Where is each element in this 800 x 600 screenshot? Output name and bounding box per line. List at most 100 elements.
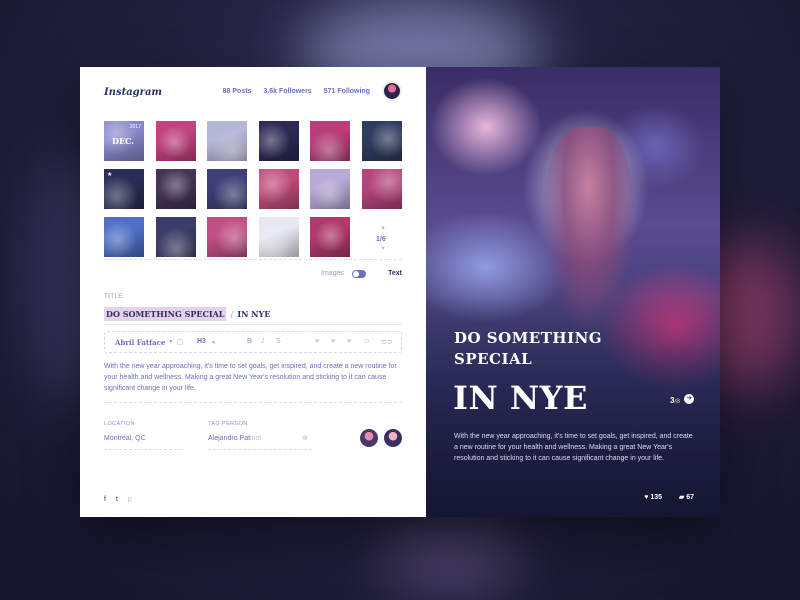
grid-pager: 1/6 bbox=[376, 236, 386, 243]
photo-thumbnail[interactable] bbox=[207, 121, 248, 161]
photo-thumbnail[interactable] bbox=[362, 121, 402, 161]
photo-thumbnail[interactable] bbox=[362, 169, 402, 209]
tile-month: DEC. bbox=[112, 136, 135, 146]
photo-thumbnail[interactable]: ★ bbox=[104, 169, 144, 209]
photo-grid: ▲ 1/6 ▼ 2017 DEC. ★ bbox=[104, 117, 402, 259]
tagged-person-avatar[interactable] bbox=[384, 429, 402, 447]
post-editor-card: Instagram 88 Posts 3.6k Followers 571 Fo… bbox=[80, 67, 720, 517]
divider bbox=[104, 449, 182, 450]
thumbnail-texture bbox=[258, 121, 299, 161]
thumbnail-texture bbox=[258, 217, 299, 257]
photo-thumbnail[interactable] bbox=[258, 121, 299, 161]
photo-thumbnail[interactable] bbox=[310, 121, 351, 161]
chevron-down-icon[interactable]: ▼ bbox=[380, 246, 386, 252]
preview-body-text: With the new year approaching, it's time… bbox=[454, 433, 693, 462]
preview-title-line1: DO SOMETHING bbox=[454, 329, 603, 347]
tag-person-label: TAG PERSON bbox=[208, 421, 248, 427]
link-icon[interactable]: ⊂⊃ bbox=[381, 338, 393, 346]
facebook-icon[interactable]: f bbox=[104, 496, 106, 503]
font-select[interactable]: Abril Fatface bbox=[115, 338, 165, 347]
chevron-up-icon[interactable]: ▲ bbox=[380, 225, 386, 231]
profile-stats: 88 Posts 3.6k Followers 571 Following bbox=[223, 81, 402, 101]
thumbnail-texture bbox=[155, 121, 196, 161]
editor-panel: Instagram 88 Posts 3.6k Followers 571 Fo… bbox=[80, 67, 426, 517]
thumbnail-texture bbox=[362, 121, 402, 161]
followers-count[interactable]: 3.6k Followers bbox=[263, 88, 311, 95]
photo-thumbnail[interactable] bbox=[155, 169, 196, 209]
comments-value: 67 bbox=[686, 494, 694, 501]
heading-select[interactable]: H3 bbox=[197, 338, 206, 345]
photo-thumbnail[interactable] bbox=[310, 217, 351, 257]
slide-counter: 3/8 bbox=[670, 396, 680, 405]
chevron-down-icon[interactable]: ▼ bbox=[211, 340, 216, 346]
tag-autocomplete-text: inol bbox=[250, 435, 261, 442]
tag-person-input[interactable]: Alejandro Patinol bbox=[208, 435, 261, 442]
profile-avatar[interactable] bbox=[382, 81, 402, 101]
divider bbox=[208, 449, 312, 450]
photo-thumbnail[interactable] bbox=[207, 169, 248, 209]
following-count[interactable]: 571 Following bbox=[324, 88, 370, 95]
posts-count[interactable]: 88 Posts bbox=[223, 88, 252, 95]
location-input[interactable]: Montreal, QC bbox=[104, 435, 146, 442]
add-person-icon[interactable]: ⊕ bbox=[302, 434, 308, 442]
title-part-2[interactable]: IN NYE bbox=[237, 309, 270, 319]
color-swatch-icon[interactable]: ▢ bbox=[177, 338, 184, 346]
heart-icon: ♥ bbox=[644, 494, 649, 501]
images-text-switch[interactable] bbox=[352, 270, 366, 278]
caption-textarea[interactable]: With the new year approaching, it's time… bbox=[104, 361, 404, 394]
thumbnail-texture bbox=[258, 169, 299, 209]
italic-icon[interactable]: I bbox=[262, 338, 264, 345]
tagged-person-avatar[interactable] bbox=[360, 429, 378, 447]
instagram-logo[interactable]: Instagram bbox=[104, 87, 162, 98]
next-arrow-icon[interactable]: ➜ bbox=[684, 394, 694, 404]
photo-thumbnail[interactable] bbox=[207, 217, 248, 257]
pinterest-icon[interactable]: p bbox=[128, 496, 132, 503]
divider bbox=[104, 402, 402, 403]
photo-thumbnail[interactable] bbox=[310, 169, 351, 209]
tile-year: 2017 bbox=[129, 124, 141, 130]
toggle-images-label[interactable]: Images bbox=[321, 270, 344, 277]
photo-thumbnail[interactable] bbox=[258, 169, 299, 209]
bold-icon[interactable]: B bbox=[247, 338, 252, 345]
thumbnail-texture bbox=[155, 169, 196, 209]
likes-count[interactable]: ♥ 135 bbox=[644, 494, 662, 501]
align-right-icon[interactable]: ≡ bbox=[347, 338, 351, 345]
thumbnail-texture bbox=[207, 169, 248, 209]
thumbnail-texture bbox=[207, 217, 248, 257]
divider bbox=[104, 324, 402, 325]
thumbnail-texture bbox=[310, 169, 351, 209]
comments-count[interactable]: ▰ 67 bbox=[679, 493, 694, 501]
twitter-icon[interactable]: t bbox=[116, 496, 118, 503]
underline-icon[interactable]: S bbox=[276, 338, 281, 345]
media-toggle: Images Text bbox=[104, 260, 402, 288]
background-blur bbox=[380, 520, 520, 600]
comment-icon: ▰ bbox=[678, 494, 685, 501]
photo-thumbnail[interactable] bbox=[155, 217, 196, 257]
thumbnail-texture bbox=[207, 121, 248, 161]
thumbnail-texture bbox=[155, 217, 196, 257]
text-format-toolbar: Abril Fatface ▼ ▢ H3 ▼ B I S ≡ ≡ ≡ ☺ ⊂⊃ bbox=[104, 331, 402, 353]
photo-thumbnail[interactable] bbox=[155, 121, 196, 161]
tag-typed-text: Alejandro Pat bbox=[208, 435, 251, 442]
star-icon: ★ bbox=[107, 172, 113, 178]
slide-total: /8 bbox=[674, 398, 680, 405]
title-field-label: TITLE bbox=[104, 294, 123, 300]
photo-thumbnail[interactable] bbox=[258, 217, 299, 257]
align-left-icon[interactable]: ≡ bbox=[315, 338, 319, 345]
emoji-icon[interactable]: ☺ bbox=[363, 338, 370, 345]
title-input[interactable]: DO SOMETHING SPECIAL / IN NYE bbox=[104, 306, 402, 322]
social-links: f t p bbox=[104, 496, 132, 503]
thumbnail-texture bbox=[362, 169, 402, 209]
thumbnail-texture bbox=[310, 121, 351, 161]
photo-thumbnail[interactable] bbox=[104, 217, 144, 257]
meta-fields: LOCATION Montreal, QC TAG PERSON Alejand… bbox=[104, 415, 402, 465]
title-separator: / bbox=[230, 309, 234, 319]
thumbnail-texture bbox=[104, 217, 144, 257]
thumbnail-texture bbox=[310, 217, 351, 257]
preview-title-line2: SPECIAL bbox=[454, 350, 533, 368]
photo-thumbnail[interactable]: 2017 DEC. bbox=[104, 121, 144, 161]
toggle-text-label[interactable]: Text bbox=[388, 270, 402, 277]
chevron-down-icon[interactable]: ▼ bbox=[168, 339, 173, 345]
title-part-highlighted[interactable]: DO SOMETHING SPECIAL bbox=[104, 307, 227, 321]
align-center-icon[interactable]: ≡ bbox=[331, 338, 335, 345]
